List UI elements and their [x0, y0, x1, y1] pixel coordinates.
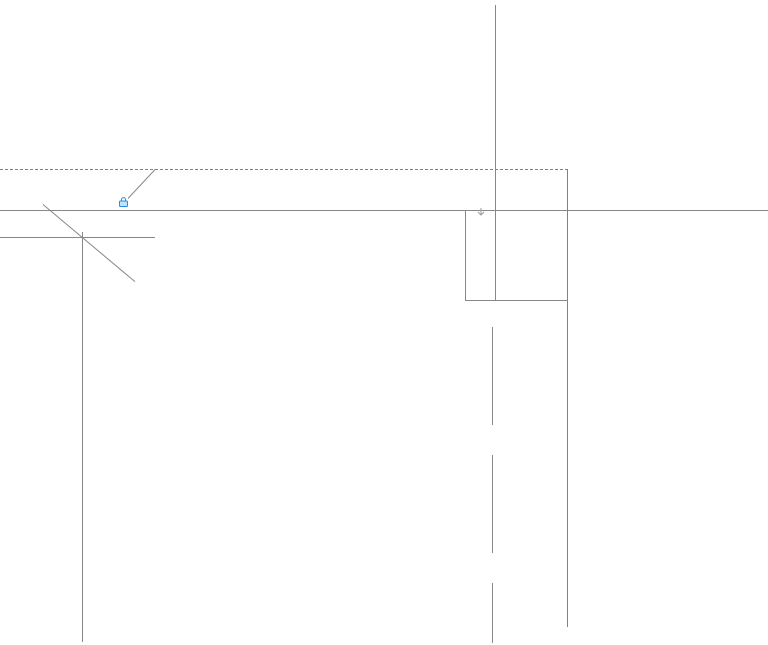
snap-arrow-icon [476, 207, 486, 217]
horizontal-reference-line [0, 210, 768, 211]
notch-left-line [465, 210, 466, 300]
horizontal-stub-left [0, 237, 155, 238]
vertical-line-b-seg2 [492, 455, 493, 553]
vertical-line-a [495, 5, 496, 300]
vertical-line-b-seg1 [492, 327, 493, 425]
selection-boundary-top[interactable] [0, 169, 568, 170]
leader-line [128, 169, 156, 199]
selection-boundary-right[interactable] [567, 169, 568, 627]
cad-canvas[interactable] [0, 0, 768, 645]
vertical-line-left [82, 232, 83, 642]
vertical-line-b-seg3 [492, 583, 493, 643]
lock-icon [118, 197, 129, 207]
notch-bottom-line [465, 300, 568, 301]
pin-handle[interactable] [118, 197, 129, 206]
diagonal-line-a [43, 204, 136, 282]
